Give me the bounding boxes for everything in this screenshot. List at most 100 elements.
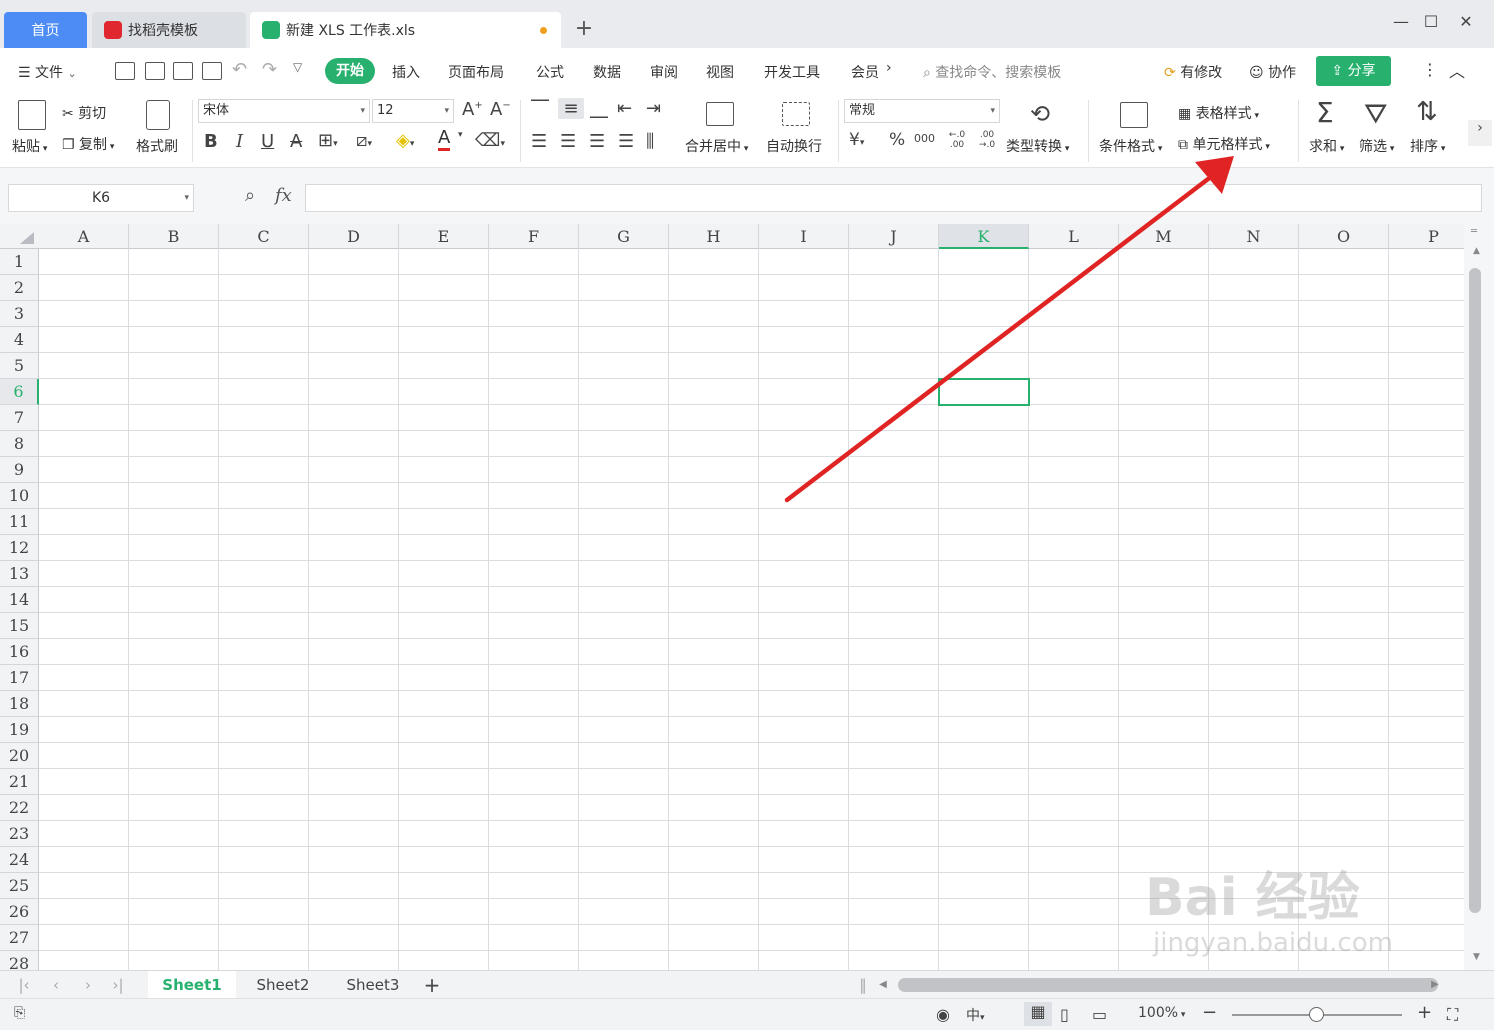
align-left-icon[interactable]: ☰ [531,131,547,152]
menu-tab-formula[interactable]: 公式 [536,62,564,82]
zoom-in-icon[interactable]: + [1417,1002,1432,1023]
increase-font-size-icon[interactable]: A+ [462,99,483,120]
tab-xls-file[interactable]: 新建 XLS 工作表.xls [250,12,561,48]
sort-icon[interactable]: ⇅ [1416,97,1438,127]
paste-icon[interactable] [18,100,46,130]
zoom-out-icon[interactable]: − [1202,1002,1217,1023]
add-sheet-plus-icon[interactable]: + [420,971,444,999]
minimize-icon[interactable]: — [1391,12,1411,31]
menu-tab-view[interactable]: 视图 [706,62,734,82]
merge-center-icon[interactable] [706,102,734,126]
first-sheet-icon[interactable]: |‹ [14,971,34,999]
tab-templates[interactable]: 找稻壳模板 [92,12,246,48]
merge-center-button[interactable]: 合并居中 ▾ [685,136,748,156]
align-right-icon[interactable]: ☰ [589,131,605,152]
scroll-left-icon[interactable]: ◀ [876,971,890,999]
export-pdf-icon[interactable] [145,62,165,80]
thousands-separator-icon[interactable]: 000 [914,132,935,145]
name-box[interactable]: K6 ▾ [8,184,194,212]
conditional-format-icon[interactable] [1120,102,1148,128]
menu-tab-review[interactable]: 审阅 [650,62,678,82]
filter-button[interactable]: 筛选 ▾ [1359,136,1394,156]
font-color-dropdown-icon[interactable]: ▾ [458,130,463,140]
column-header-e[interactable]: E [399,224,489,249]
table-style-button[interactable]: ▦ 表格样式 ▾ [1178,103,1259,123]
macro-record-icon[interactable]: ⎘ [14,1005,25,1021]
align-center-icon[interactable]: ☰ [560,131,576,152]
font-size-select[interactable]: 12 ▾ [372,99,454,123]
row-header-27[interactable]: 27 [0,925,39,951]
row-header-7[interactable]: 7 [0,405,39,431]
filter-icon[interactable]: ⛛ [1364,97,1388,131]
row-header-5[interactable]: 5 [0,353,39,379]
row-header-25[interactable]: 25 [0,873,39,899]
column-header-b[interactable]: B [129,224,219,249]
last-sheet-icon[interactable]: ›| [108,971,128,999]
menu-tab-developer[interactable]: 开发工具 [764,62,820,82]
quick-access-dropdown-icon[interactable]: ▽ [293,60,302,74]
select-all-icon[interactable] [20,232,34,244]
copy-button[interactable]: ❐ 复制 ▾ [62,134,114,154]
decrease-indent-icon[interactable]: ⇤ [617,98,632,119]
scroll-down-icon[interactable]: ▼ [1473,952,1480,962]
number-format-select[interactable]: 常规 ▾ [844,99,1000,123]
column-header-k[interactable]: K [939,224,1029,249]
save-icon[interactable] [115,62,135,80]
zoom-formula-icon[interactable]: ⌕ [245,185,255,206]
next-sheet-icon[interactable]: › [78,971,98,999]
type-convert-icon[interactable]: ⟲ [1030,100,1050,128]
sum-icon[interactable]: Σ [1316,96,1334,129]
print-icon[interactable] [173,62,193,80]
column-header-n[interactable]: N [1209,224,1299,249]
decrease-decimal-icon[interactable]: .00 →.0 [975,130,999,150]
collab-button[interactable]: ☺ 协作 [1249,62,1296,82]
sheet-tab-sheet1[interactable]: Sheet1 [148,971,236,999]
percent-icon[interactable]: % [889,130,905,150]
row-header-18[interactable]: 18 [0,691,39,717]
cell-fill-pattern-icon[interactable]: ⧄▾ [356,130,372,151]
column-header-p[interactable]: P [1389,224,1464,249]
fullscreen-icon[interactable]: ⛶ [1447,1005,1458,1025]
wrap-text-button[interactable]: 自动换行 [766,136,822,156]
sort-button[interactable]: 排序 ▾ [1410,136,1445,156]
bold-icon[interactable]: B [204,131,218,152]
align-top-icon[interactable]: ⎺ [531,98,549,119]
justify-icon[interactable]: ☰ [618,131,634,152]
row-header-16[interactable]: 16 [0,639,39,665]
page-break-view-icon[interactable]: ▯ [1060,1005,1069,1024]
maximize-icon[interactable]: ☐ [1421,12,1441,31]
font-color-icon[interactable]: A [438,128,451,151]
row-header-17[interactable]: 17 [0,665,39,691]
decrease-font-size-icon[interactable]: A− [490,99,511,120]
row-header-23[interactable]: 23 [0,821,39,847]
row-header-26[interactable]: 26 [0,899,39,925]
row-header-9[interactable]: 9 [0,457,39,483]
row-header-20[interactable]: 20 [0,743,39,769]
column-header-g[interactable]: G [579,224,669,249]
close-icon[interactable]: ✕ [1456,12,1476,31]
underline-icon[interactable]: U [261,131,274,152]
format-painter-button[interactable]: 格式刷 [136,136,178,156]
row-header-10[interactable]: 10 [0,483,39,509]
menu-tab-data[interactable]: 数据 [593,62,621,82]
conditional-format-button[interactable]: 条件格式 ▾ [1099,136,1162,156]
eye-protect-icon[interactable]: ◉ [936,1005,950,1024]
zoom-level[interactable]: 100% ▾ [1138,1005,1185,1021]
row-header-12[interactable]: 12 [0,535,39,561]
italic-icon[interactable]: I [236,131,243,152]
fill-color-icon[interactable]: ◈▾ [396,130,414,151]
row-header-24[interactable]: 24 [0,847,39,873]
undo-icon[interactable]: ↶ [232,59,247,80]
row-header-14[interactable]: 14 [0,587,39,613]
column-header-c[interactable]: C [219,224,309,249]
row-header-2[interactable]: 2 [0,275,39,301]
hscroll-split-icon[interactable]: ‖ [857,971,869,999]
file-menu[interactable]: ☰ 文件 ⌄ [18,62,77,82]
redo-icon[interactable]: ↷ [262,59,277,80]
column-header-f[interactable]: F [489,224,579,249]
print-preview-icon[interactable] [202,62,222,80]
column-header-i[interactable]: I [759,224,849,249]
column-header-l[interactable]: L [1029,224,1119,249]
row-header-6[interactable]: 6 [0,379,39,405]
increase-indent-icon[interactable]: ⇥ [646,98,661,119]
